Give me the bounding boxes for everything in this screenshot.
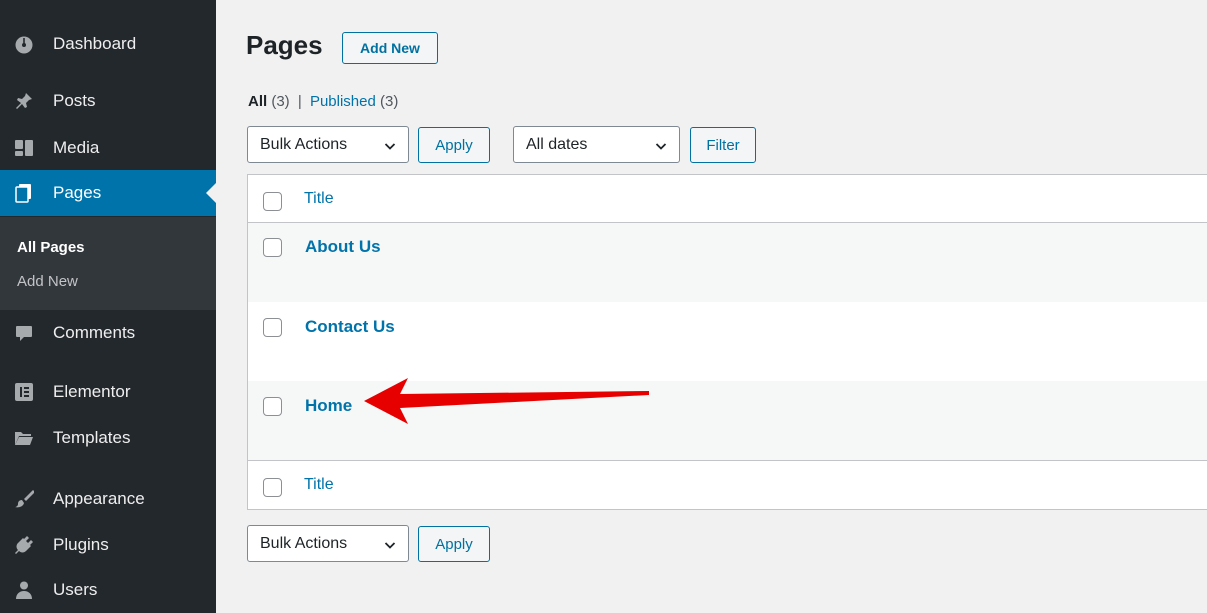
row-checkbox[interactable] — [263, 238, 282, 257]
menu-item-plugins[interactable]: Plugins — [0, 522, 216, 568]
menu-item-templates[interactable]: Templates — [0, 415, 216, 461]
users-icon — [13, 579, 35, 601]
menu-label: Posts — [53, 91, 96, 110]
pages-table: Title About Us Contact Us Home Title — [247, 174, 1207, 510]
filter-all-link[interactable]: All — [248, 93, 267, 110]
plugin-icon — [13, 534, 35, 556]
date-filter-select[interactable]: All dates — [513, 126, 680, 163]
status-filter-links: All (3) | Published (3) — [248, 93, 398, 110]
select-all-checkbox-footer[interactable] — [263, 478, 282, 497]
chevron-down-icon — [384, 538, 396, 550]
page-title-link[interactable]: Home — [305, 396, 352, 416]
chevron-down-icon — [384, 139, 396, 151]
select-all-checkbox[interactable] — [263, 192, 282, 211]
title-column-sort-footer[interactable]: Title — [304, 476, 334, 494]
menu-label: Comments — [53, 323, 136, 342]
bulk-actions-value: Bulk Actions — [260, 135, 348, 153]
table-footer-row: Title — [248, 461, 1207, 509]
media-icon — [13, 137, 35, 159]
menu-item-elementor[interactable]: Elementor — [0, 369, 216, 415]
page-title-link[interactable]: About Us — [305, 237, 381, 257]
menu-item-pages[interactable]: Pages — [0, 170, 216, 216]
annotation-arrow-icon — [364, 378, 649, 424]
bulk-actions-select-bottom[interactable]: Bulk Actions — [247, 525, 409, 562]
submenu-all-pages[interactable]: All Pages — [17, 239, 85, 256]
row-checkbox[interactable] — [263, 397, 282, 416]
filter-published-link[interactable]: Published — [310, 93, 376, 110]
menu-item-media[interactable]: Media — [0, 125, 216, 171]
filter-button[interactable]: Filter — [690, 127, 756, 163]
table-header-row: Title — [248, 175, 1207, 222]
chevron-down-icon — [655, 139, 667, 151]
menu-item-dashboard[interactable]: Dashboard — [0, 21, 216, 67]
dashboard-icon — [13, 33, 35, 55]
apply-button-bottom[interactable]: Apply — [418, 526, 490, 562]
date-filter-value: All dates — [526, 135, 588, 153]
table-row: About Us — [248, 223, 1207, 302]
elementor-icon — [13, 381, 35, 403]
comment-icon — [13, 322, 35, 344]
menu-label: Users — [53, 580, 98, 599]
menu-item-users[interactable]: Users — [0, 567, 216, 613]
menu-label: Media — [53, 138, 100, 157]
bulk-actions-value: Bulk Actions — [260, 534, 348, 552]
menu-label: Elementor — [53, 382, 131, 401]
add-new-button[interactable]: Add New — [342, 32, 438, 64]
submenu-add-new[interactable]: Add New — [17, 273, 78, 290]
page-title: Pages — [246, 30, 323, 60]
menu-label: Appearance — [53, 489, 145, 508]
table-row: Contact Us — [248, 302, 1207, 381]
menu-label: Plugins — [53, 535, 109, 554]
menu-item-comments[interactable]: Comments — [0, 310, 216, 356]
menu-label: Dashboard — [53, 34, 137, 53]
page-title-link[interactable]: Contact Us — [305, 317, 395, 337]
menu-item-posts[interactable]: Posts — [0, 78, 216, 124]
folder-icon — [13, 427, 35, 449]
admin-sidebar: Dashboard Posts Media Pages All Pages Ad… — [0, 0, 216, 613]
filter-published-count: (3) — [380, 93, 399, 110]
apply-button-top[interactable]: Apply — [418, 127, 490, 163]
menu-label: Templates — [53, 428, 131, 447]
row-checkbox[interactable] — [263, 318, 282, 337]
title-column-sort[interactable]: Title — [304, 190, 334, 208]
menu-label: Pages — [53, 183, 102, 202]
pin-icon — [13, 90, 35, 112]
pages-icon — [13, 182, 35, 204]
brush-icon — [13, 488, 35, 510]
filter-all-count: (3) — [271, 93, 290, 110]
menu-item-appearance[interactable]: Appearance — [0, 476, 216, 522]
filter-separator: | — [297, 93, 302, 110]
pages-submenu: All Pages Add New — [0, 217, 216, 310]
bulk-actions-select-top[interactable]: Bulk Actions — [247, 126, 409, 163]
